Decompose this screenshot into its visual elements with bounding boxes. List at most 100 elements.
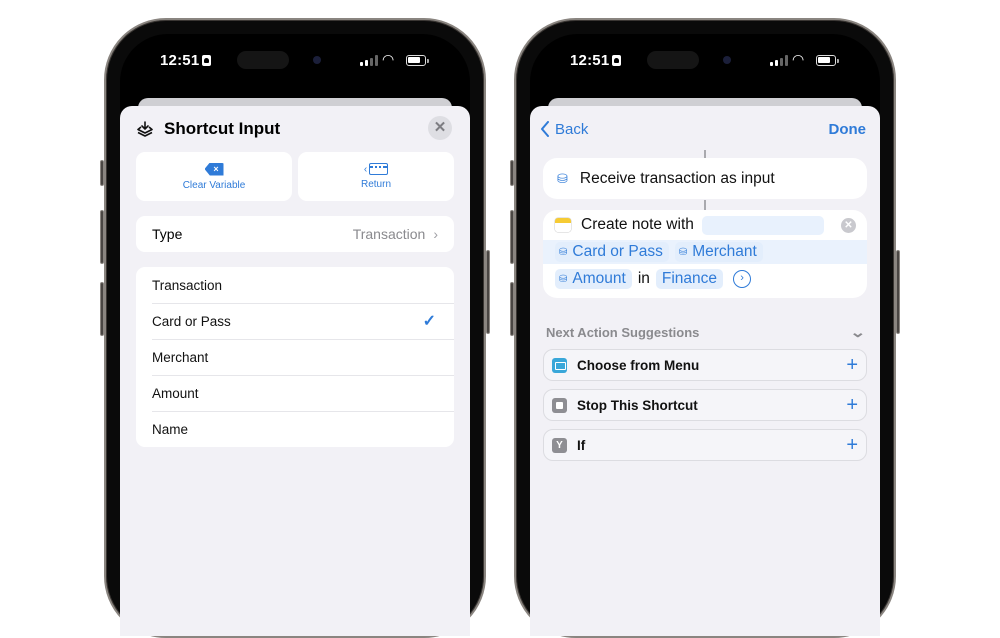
power-button	[486, 250, 490, 334]
variable-icon: ⛁	[559, 246, 568, 258]
wifi-icon: ◠	[382, 51, 395, 67]
token-row: ⛁ Amount in Finance ›	[543, 264, 867, 294]
create-note-action: Create note with ✕ ⛁ Card or Pass ⛁ Mercha…	[543, 210, 867, 298]
if-icon: Y	[552, 437, 567, 453]
type-value: Transaction	[352, 226, 426, 242]
list-item-label: Amount	[152, 385, 199, 401]
list-item-amount[interactable]: Amount	[136, 375, 454, 411]
receive-action-text: Receive transaction as input	[579, 169, 775, 187]
list-item-label: Merchant	[152, 349, 209, 365]
status-time: 12:51	[570, 52, 622, 69]
return-label: Return	[360, 179, 391, 190]
variable-icon: ⛁	[678, 246, 688, 258]
close-button[interactable]: ✕	[428, 116, 452, 140]
list-item-label: Name	[152, 421, 189, 437]
status-time: 12:51	[160, 52, 212, 69]
checkmark-icon: ✓	[422, 313, 436, 330]
suggestion-label: If	[577, 437, 586, 453]
chevron-right-icon: ›	[433, 226, 438, 242]
in-word: in	[637, 270, 650, 287]
action-buttons: × Clear Variable ‹ Return	[136, 152, 454, 201]
variable-icon: ⛁	[559, 273, 568, 285]
token-label: Amount	[572, 270, 626, 287]
screen-right: 12:51 ◠ Back Done ⛁ Receive transaction …	[530, 34, 880, 636]
sheet-header: Shortcut Input ✕	[136, 116, 454, 142]
receive-input-action[interactable]: ⛁ Receive transaction as input	[543, 158, 867, 199]
chevron-left-icon	[541, 121, 549, 137]
phone-right: 12:51 ◠ Back Done ⛁ Receive transaction …	[510, 18, 900, 638]
shortcut-editor-sheet: Back Done ⛁ Receive transaction as input…	[530, 106, 880, 636]
camera-dot	[723, 56, 731, 64]
suggestion-stop-this-shortcut[interactable]: Stop This Shortcut +	[543, 389, 867, 421]
suggestion-if[interactable]: Y If +	[543, 429, 867, 461]
type-row[interactable]: Type Transaction ›	[136, 216, 454, 252]
status-bar: 12:51 ◠	[530, 34, 880, 84]
choose-from-menu-icon	[552, 357, 567, 373]
token-merchant[interactable]: ⛁ Merchant	[674, 242, 763, 262]
return-button[interactable]: ‹ Return	[298, 152, 454, 201]
property-list: Transaction Card or Pass ✓ Merchant Amoun…	[136, 267, 454, 447]
volume-down-button	[100, 282, 104, 336]
focus-badge-icon	[202, 55, 212, 66]
add-icon[interactable]: +	[846, 354, 858, 377]
close-icon: ✕	[433, 119, 447, 136]
token-row: ⛁ Card or Pass ⛁ Merchant	[543, 240, 867, 264]
keyboard-return-icon: ‹	[364, 163, 389, 175]
wifi-icon: ◠	[792, 51, 805, 67]
phone-left: 12:51 ◠ Shortcut Input ✕ × Clear Variabl…	[100, 18, 490, 638]
sheet-title: Shortcut Input	[164, 119, 281, 138]
action-button	[510, 160, 514, 186]
focus-badge-icon	[612, 55, 622, 66]
clear-field-button[interactable]: ✕	[841, 218, 856, 233]
list-item-card-or-pass[interactable]: Card or Pass ✓	[136, 303, 454, 339]
expand-action-button[interactable]: ›	[733, 270, 752, 288]
list-item-label: Card or Pass	[152, 313, 231, 329]
chevron-down-icon: ⌄	[849, 324, 867, 340]
folder-finance[interactable]: Finance	[655, 269, 724, 289]
list-item-label: Transaction	[152, 277, 223, 293]
note-body-field[interactable]	[701, 215, 824, 235]
volume-down-button	[510, 282, 514, 336]
battery-icon	[816, 55, 839, 66]
list-item-name[interactable]: Name	[136, 411, 454, 447]
cellular-signal-icon	[360, 55, 378, 66]
type-label: Type	[152, 226, 183, 242]
stop-icon	[552, 397, 567, 413]
battery-icon	[406, 55, 429, 66]
suggestions-header[interactable]: Next Action Suggestions ⌄	[546, 324, 867, 341]
suggestion-label: Stop This Shortcut	[577, 397, 698, 413]
nav-bar: Back Done	[540, 118, 866, 140]
back-label: Back	[555, 120, 589, 138]
status-bar: 12:51 ◠	[120, 34, 470, 84]
clear-variable-button[interactable]: × Clear Variable	[136, 152, 292, 201]
volume-up-button	[510, 210, 514, 264]
clear-variable-label: Clear Variable	[182, 179, 246, 191]
suggestion-label: Choose from Menu	[577, 357, 700, 373]
clear-variable-icon: ×	[204, 162, 224, 176]
token-card-or-pass[interactable]: ⛁ Card or Pass	[555, 242, 669, 262]
list-item-transaction[interactable]: Transaction	[136, 267, 454, 303]
power-button	[896, 250, 900, 334]
suggestions-title: Next Action Suggestions	[546, 325, 700, 340]
add-icon[interactable]: +	[846, 434, 858, 457]
shortcut-input-icon: ⛁	[557, 170, 568, 186]
cellular-signal-icon	[770, 55, 788, 66]
create-note-prefix: Create note with	[581, 216, 694, 233]
dynamic-island	[647, 51, 699, 69]
suggestion-choose-from-menu[interactable]: Choose from Menu +	[543, 349, 867, 381]
shortcut-input-icon	[137, 121, 153, 137]
flow-connector	[704, 200, 706, 210]
add-icon[interactable]: +	[846, 394, 858, 417]
token-label: Card or Pass	[572, 243, 663, 260]
shortcut-input-sheet: Shortcut Input ✕ × Clear Variable ‹ Retu…	[120, 106, 470, 636]
screen-left: 12:51 ◠ Shortcut Input ✕ × Clear Variabl…	[120, 34, 470, 636]
action-button	[100, 160, 104, 186]
back-button[interactable]: Back	[540, 121, 588, 138]
volume-up-button	[100, 210, 104, 264]
dynamic-island	[237, 51, 289, 69]
done-button[interactable]: Done	[829, 121, 867, 138]
camera-dot	[313, 56, 321, 64]
notes-app-icon	[555, 218, 571, 232]
list-item-merchant[interactable]: Merchant	[136, 339, 454, 375]
token-amount[interactable]: ⛁ Amount	[555, 269, 632, 289]
